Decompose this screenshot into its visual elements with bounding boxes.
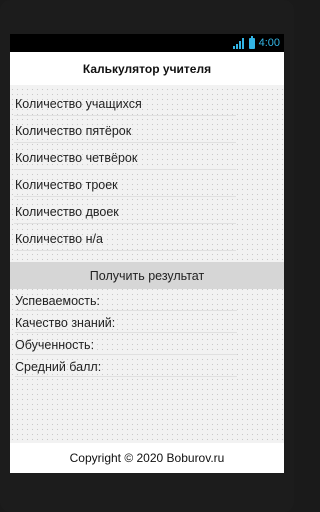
copyright-footer: Copyright © 2020 Boburov.ru <box>10 443 284 473</box>
status-bar: 4:00 <box>10 34 284 52</box>
average-result: Средний балл: <box>15 358 237 377</box>
absent-count-input[interactable]: Количество н/а <box>14 226 236 251</box>
fives-count-input[interactable]: Количество пятёрок <box>14 118 236 143</box>
phone-frame: 4:00 Калькулятор учителя Количество учащ… <box>0 0 294 512</box>
learning-label: Обученность: <box>15 338 95 352</box>
fives-count-hint: Количество пятёрок <box>15 124 132 138</box>
app-title-bar: Калькулятор учителя <box>10 52 284 85</box>
fours-count-input[interactable]: Количество четвёрок <box>14 145 236 170</box>
progress-result: Успеваемость: <box>15 292 237 311</box>
status-time: 4:00 <box>258 37 280 49</box>
twos-count-input[interactable]: Количество двоек <box>14 199 236 224</box>
students-count-input[interactable]: Количество учащихся <box>14 91 236 116</box>
threes-count-hint: Количество троек <box>15 178 118 192</box>
quality-result: Качество знаний: <box>15 314 237 333</box>
twos-count-hint: Количество двоек <box>15 205 119 219</box>
threes-count-input[interactable]: Количество троек <box>14 172 236 197</box>
get-result-button[interactable]: Получить результат <box>10 262 284 289</box>
learning-result: Обученность: <box>15 336 237 355</box>
app-screen: Калькулятор учителя Количество учащихся … <box>10 52 284 473</box>
absent-count-hint: Количество н/а <box>15 232 103 246</box>
fours-count-hint: Количество четвёрок <box>15 151 138 165</box>
copyright-text: Copyright © 2020 Boburov.ru <box>69 451 225 465</box>
status-icons: 4:00 <box>232 35 280 50</box>
signal-icon <box>232 37 245 49</box>
progress-label: Успеваемость: <box>15 294 100 308</box>
students-count-hint: Количество учащихся <box>15 97 142 111</box>
average-label: Средний балл: <box>15 360 102 374</box>
quality-label: Качество знаний: <box>15 316 116 330</box>
app-title: Калькулятор учителя <box>82 61 212 76</box>
battery-icon <box>248 35 255 49</box>
